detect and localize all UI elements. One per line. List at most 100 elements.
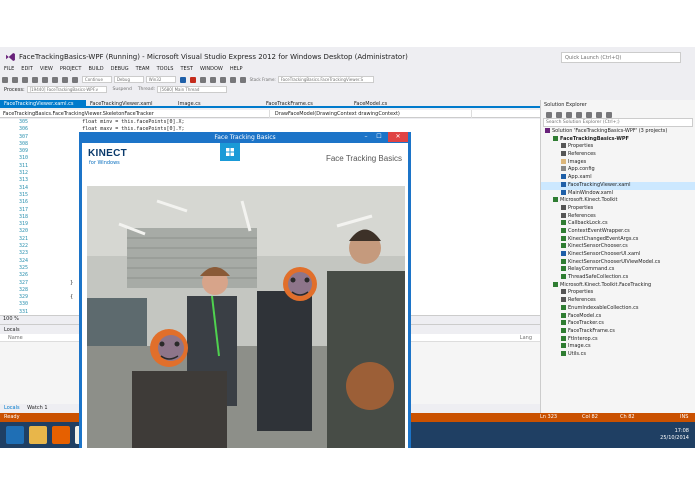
collapse-all-icon[interactable] bbox=[596, 112, 602, 118]
forward-icon[interactable] bbox=[556, 112, 562, 118]
home-icon[interactable] bbox=[566, 112, 572, 118]
solution-tree-item[interactable]: Solution 'FaceTrackingBasics-WPF' (3 pro… bbox=[541, 128, 695, 136]
pause-icon[interactable] bbox=[179, 77, 186, 83]
solution-tree-item[interactable]: Properties bbox=[541, 143, 695, 151]
solution-tree-item[interactable]: References bbox=[541, 151, 695, 159]
back-icon[interactable] bbox=[546, 112, 552, 118]
quick-launch-input[interactable]: Quick Launch (Ctrl+Q) bbox=[561, 52, 681, 63]
explorer-icon[interactable] bbox=[29, 426, 47, 444]
menu-debug[interactable]: DEBUG bbox=[111, 66, 129, 72]
properties-icon[interactable] bbox=[606, 112, 612, 118]
solution-tree-item[interactable]: FaceTrackingBasics-WPF bbox=[541, 135, 695, 144]
menu-view[interactable]: VIEW bbox=[40, 66, 53, 72]
method-dropdown[interactable]: DrawFaceModel(DrawingContext drawingCont… bbox=[272, 110, 472, 118]
solution-tree-item[interactable]: App.xaml bbox=[541, 174, 695, 182]
solution-tree-item[interactable]: App.config bbox=[541, 166, 695, 174]
solution-tree-item[interactable]: Microsoft.Kinect.Toolkit.FaceTracking bbox=[541, 281, 695, 290]
solution-tree-item[interactable]: Properties bbox=[541, 289, 695, 297]
menu-help[interactable]: HELP bbox=[230, 66, 243, 72]
minimize-button[interactable]: – bbox=[361, 132, 371, 142]
tab-watch-1[interactable]: Watch 1 bbox=[27, 405, 47, 411]
solution-tree-item[interactable]: Properties bbox=[541, 204, 695, 213]
suspend-button[interactable]: Suspend bbox=[113, 87, 132, 92]
configuration-select[interactable]: Debug bbox=[113, 76, 144, 83]
maximize-button[interactable]: ☐ bbox=[373, 132, 385, 142]
solution-tree-item[interactable]: Images bbox=[541, 158, 695, 167]
new-project-icon[interactable] bbox=[22, 77, 28, 83]
menu-test[interactable]: TEST bbox=[180, 66, 192, 72]
solution-tree-item-label: FaceTrackingViewer.xaml bbox=[568, 181, 631, 188]
code-line[interactable]: float minv = this.facePoints[0].X; bbox=[34, 119, 184, 126]
stop-icon[interactable] bbox=[189, 77, 196, 83]
firefox-icon[interactable] bbox=[52, 426, 70, 444]
menu-file[interactable]: FILE bbox=[4, 66, 14, 72]
editor-tab-0[interactable]: FaceTrackingViewer.xaml.cs bbox=[0, 100, 86, 108]
menu-edit[interactable]: EDIT bbox=[21, 66, 33, 72]
tab-locals[interactable]: Locals bbox=[4, 405, 20, 411]
solution-tree-item-label: Images bbox=[568, 158, 587, 165]
solution-tree-item[interactable]: References bbox=[541, 212, 695, 221]
solution-tree-item[interactable]: FaceTrackingViewer.xaml bbox=[541, 181, 695, 190]
solution-tree-item[interactable]: EnumIndexableCollection.cs bbox=[541, 304, 695, 313]
refresh-icon[interactable] bbox=[586, 112, 592, 118]
redo-icon[interactable] bbox=[72, 77, 78, 83]
editor-tab-1[interactable]: FaceTrackingViewer.xaml bbox=[86, 100, 174, 108]
cs-file-icon bbox=[561, 258, 566, 264]
solution-tree-item[interactable]: KinectSensorChooserUI.xaml bbox=[541, 251, 695, 259]
solution-tree-item[interactable]: Image.cs bbox=[541, 343, 695, 351]
solution-tree-item[interactable]: CallbackLock.cs bbox=[541, 220, 695, 228]
save-all-icon[interactable] bbox=[52, 77, 58, 83]
menu-team[interactable]: TEAM bbox=[136, 66, 150, 72]
locals-lang-column[interactable]: Lang bbox=[520, 335, 532, 341]
stack-frame-select[interactable]: FaceTrackingBasics.FaceTrackingViewer.S bbox=[277, 76, 374, 83]
menu-window[interactable]: WINDOW bbox=[200, 66, 223, 72]
solution-tree-item[interactable]: FaceModel.cs bbox=[541, 312, 695, 321]
editor-tab-4[interactable]: FaceModel.cs bbox=[350, 100, 438, 108]
line-number: 314 bbox=[18, 184, 28, 191]
solution-tree-item[interactable]: KinectSensorChooserUIViewModel.cs bbox=[541, 258, 695, 267]
editor-tab-3[interactable]: FaceTrackFrame.cs bbox=[262, 100, 350, 108]
thread-select[interactable]: [5680] Main Thread bbox=[157, 86, 227, 93]
step-over-icon[interactable] bbox=[229, 77, 236, 83]
class-dropdown[interactable]: FaceTrackingBasics.FaceTrackingViewer.Sk… bbox=[0, 110, 270, 118]
solution-tree-item[interactable]: MainWindow.xaml bbox=[541, 189, 695, 198]
solution-tree-item-label: References bbox=[568, 212, 596, 219]
solution-tree-item[interactable]: KinectSensorChooser.cs bbox=[541, 243, 695, 251]
undo-icon[interactable] bbox=[62, 77, 68, 83]
restart-icon[interactable] bbox=[199, 77, 206, 83]
start-icon[interactable] bbox=[6, 426, 24, 444]
open-icon[interactable] bbox=[32, 77, 38, 83]
process-select[interactable]: [19440] FaceTrackingBasics-WPF.v bbox=[26, 86, 107, 93]
solution-tree-item[interactable]: ContextEventWrapper.cs bbox=[541, 227, 695, 236]
show-next-statement-icon[interactable] bbox=[209, 77, 216, 83]
solution-tree-item-label: FaceModel.cs bbox=[568, 312, 602, 319]
step-out-icon[interactable] bbox=[239, 77, 246, 83]
solution-search-input[interactable]: Search Solution Explorer (Ctrl+;) bbox=[543, 118, 693, 127]
solution-tree-item[interactable]: Utils.cs bbox=[541, 350, 695, 359]
cs-file-icon bbox=[561, 327, 566, 333]
close-button[interactable]: ✕ bbox=[388, 132, 408, 142]
continue-button[interactable]: Continue bbox=[81, 76, 112, 83]
forward-icon[interactable] bbox=[12, 77, 18, 83]
sync-icon[interactable] bbox=[576, 112, 582, 118]
step-into-icon[interactable] bbox=[219, 77, 226, 83]
menu-project[interactable]: PROJECT bbox=[60, 66, 82, 72]
solution-tree-item[interactable]: FtInterop.cs bbox=[541, 335, 695, 344]
cs-file-icon bbox=[561, 220, 566, 226]
solution-tree-item[interactable]: ThreadSafeCollection.cs bbox=[541, 274, 695, 282]
menu-tools[interactable]: TOOLS bbox=[157, 66, 174, 72]
back-icon[interactable] bbox=[2, 77, 8, 83]
cs-file-icon bbox=[561, 235, 566, 241]
platform-select[interactable]: Win32 bbox=[145, 76, 176, 83]
solution-tree-item[interactable]: RelayCommand.cs bbox=[541, 266, 695, 274]
editor-tab-2[interactable]: Image.cs bbox=[174, 100, 262, 108]
locals-name-column[interactable]: Name bbox=[8, 335, 23, 341]
system-clock[interactable]: 17:08 25/10/2014 bbox=[660, 428, 689, 442]
solution-tree-item[interactable]: KinectChangedEventArgs.cs bbox=[541, 235, 695, 244]
solution-tree-item[interactable]: FaceTracker.cs bbox=[541, 320, 695, 328]
solution-tree-item[interactable]: References bbox=[541, 297, 695, 305]
menu-build[interactable]: BUILD bbox=[88, 66, 103, 72]
solution-tree-item[interactable]: Microsoft.Kinect.Toolkit bbox=[541, 197, 695, 205]
solution-tree-item[interactable]: FaceTrackFrame.cs bbox=[541, 327, 695, 336]
save-icon[interactable] bbox=[42, 77, 48, 83]
